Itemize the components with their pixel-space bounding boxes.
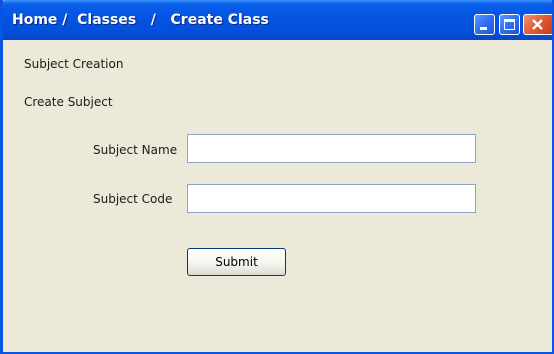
window-title: Home / Classes / Create Class	[12, 12, 269, 28]
maximize-button[interactable]	[499, 14, 520, 35]
close-button[interactable]	[523, 14, 552, 35]
subheading: Create Subject	[24, 95, 113, 109]
subject-name-input[interactable]	[187, 134, 476, 163]
close-icon	[532, 19, 543, 30]
maximize-icon	[504, 19, 515, 30]
subject-code-input[interactable]	[187, 184, 476, 213]
minimize-icon	[480, 27, 487, 30]
submit-button[interactable]: Submit	[187, 248, 286, 276]
app-window: Home / Classes / Create Class Subject Cr…	[0, 0, 554, 354]
section-title: Subject Creation	[24, 57, 124, 71]
subject-code-label: Subject Code	[93, 192, 173, 206]
subject-name-label: Subject Name	[93, 143, 178, 157]
minimize-button[interactable]	[474, 14, 495, 35]
title-bar[interactable]: Home / Classes / Create Class	[3, 0, 552, 40]
